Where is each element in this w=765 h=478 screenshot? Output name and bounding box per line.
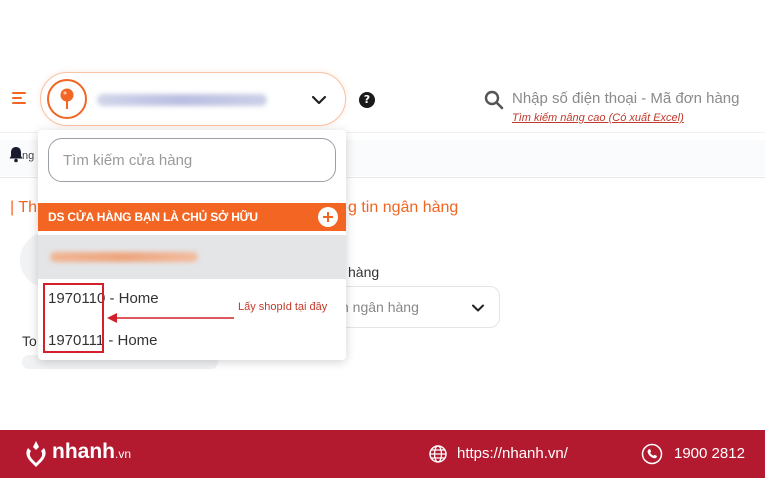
owned-stores-label: DS CỬA HÀNG BẠN LÀ CHỦ SỞ HỮU <box>48 210 258 224</box>
notification-label: ng <box>22 150 35 162</box>
search-icon[interactable] <box>484 90 504 110</box>
advanced-search-link[interactable]: Tìm kiếm nâng cao (Có xuất Excel) <box>512 112 684 124</box>
chevron-down-icon <box>472 304 484 312</box>
bank-info-title: g tin ngân hàng <box>348 199 459 216</box>
website-link[interactable]: https://nhanh.vn/ <box>457 445 568 462</box>
nhanh-logo-icon <box>26 441 46 467</box>
menu-icon[interactable] <box>12 92 26 104</box>
store-name-redacted <box>97 94 267 106</box>
bank-field-label: hàng <box>348 264 380 280</box>
top-bar: ? Nhập số điện thoại - Mã đơn hàng Tìm k… <box>0 68 765 132</box>
bank-select-value: n ngân hàng <box>341 299 419 315</box>
section-title: | Th <box>10 199 37 216</box>
phone-icon <box>641 443 663 465</box>
add-icon[interactable] <box>318 207 338 227</box>
owned-stores-header: DS CỬA HÀNG BẠN LÀ CHỦ SỞ HỮU <box>38 203 346 231</box>
store-selector[interactable] <box>40 72 346 126</box>
globe-icon <box>429 445 447 463</box>
annotation-text: Lấy shopId tại đây <box>238 301 328 313</box>
footer-banner: nhanh.vn https://nhanh.vn/ 1900 2812 <box>0 430 765 478</box>
help-icon[interactable]: ? <box>359 92 375 108</box>
location-pin-icon <box>47 79 87 119</box>
nhanh-logo: nhanh.vn <box>52 440 132 463</box>
shop-id-highlight-box <box>43 283 104 353</box>
store-name: - Home <box>104 332 158 349</box>
to-label: To <box>22 333 37 349</box>
order-search-input[interactable]: Nhập số điện thoại - Mã đơn hàng <box>512 90 739 107</box>
hotline-number[interactable]: 1900 2812 <box>674 445 745 462</box>
bank-select[interactable]: n ngân hàng <box>328 286 500 328</box>
selected-store-item[interactable] <box>38 235 346 279</box>
annotation-arrow <box>107 313 234 323</box>
store-name: - Home <box>105 290 159 307</box>
store-search-input[interactable] <box>48 138 336 182</box>
chevron-down-icon <box>311 95 327 105</box>
store-name-redacted <box>50 252 198 262</box>
